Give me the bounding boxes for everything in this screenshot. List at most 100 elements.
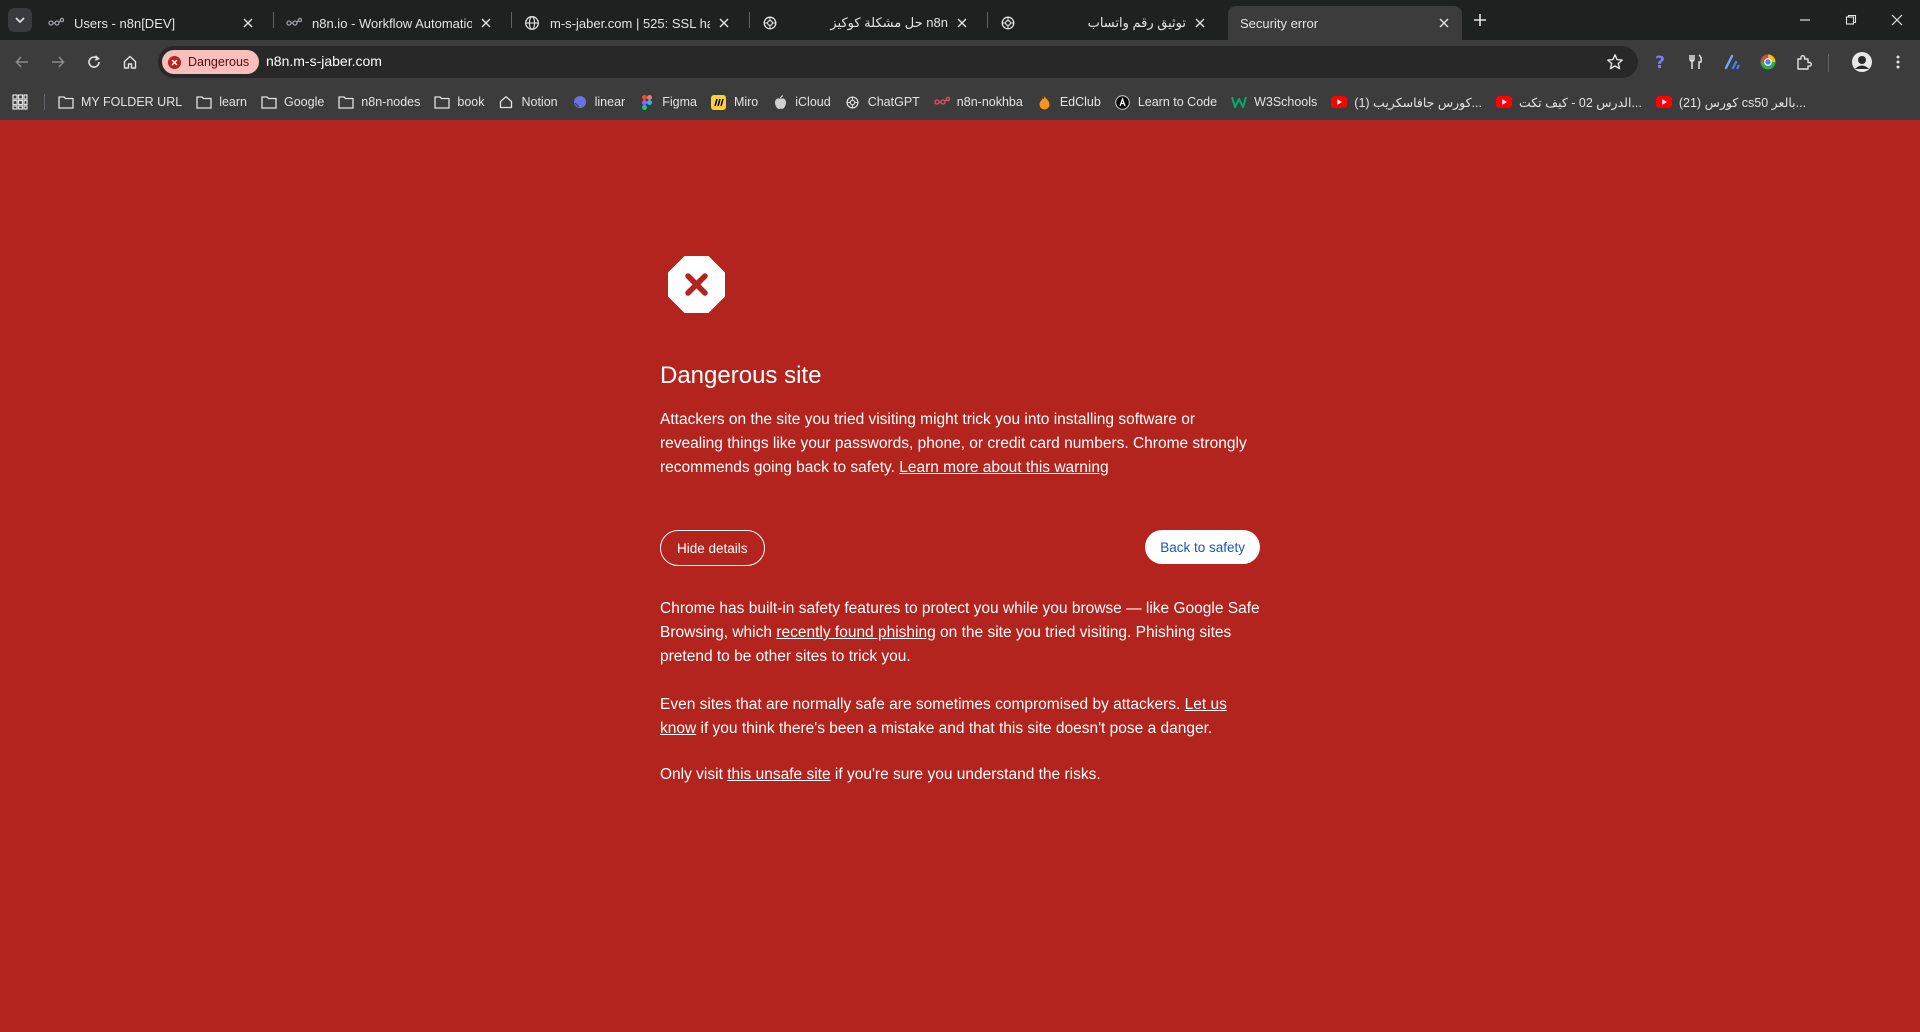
tab-ssl-handshake-failed[interactable]: m-s-jaber.com | 525: SSL handshake faile… [512,6,742,40]
help-extension-icon[interactable]: ? [1648,50,1672,74]
miro-icon [711,94,727,110]
tab-title: حل مشكلة كوكيز n8n [830,15,948,30]
extensions-puzzle-icon[interactable] [1792,50,1816,74]
security-interstitial: Dangerous site Attackers on the site you… [0,120,1920,1032]
apps-grid-icon[interactable] [12,94,28,115]
address-bar[interactable]: Dangerous n8n.m-s-jaber.com [158,46,1638,78]
security-chip-label: Dangerous [188,55,250,69]
unsafe-site-link[interactable]: this unsafe site [727,766,830,783]
w3schools-icon [1231,94,1248,110]
bookmark-label: Learn to Code [1137,95,1218,109]
tab-search-button[interactable] [8,8,32,32]
chatgpt-icon [762,15,778,31]
chatgpt-icon [845,94,861,110]
minimize-button[interactable] [1782,0,1828,40]
close-tab-icon[interactable] [954,15,970,31]
bookmark-label: MY FOLDER URL [81,95,183,109]
close-tab-icon[interactable] [716,15,732,31]
bookmark-label: iCloud [795,95,831,109]
bookmark-label: n8n-nodes [361,95,421,109]
profile-avatar[interactable] [1850,50,1874,74]
back-to-safety-button[interactable]: Back to safety [1145,530,1260,564]
close-icon [1891,14,1903,26]
stop-x-icon [668,256,725,313]
restore-icon [1845,14,1857,25]
bookmark-notion[interactable]: Notion [498,94,558,110]
close-tab-icon[interactable] [1192,15,1208,31]
toolbar-separator [1828,54,1829,72]
bookmark-label: learn [219,95,247,109]
home-icon [498,94,514,110]
apple-icon [772,94,788,110]
n8n-icon [48,15,64,31]
bookmark-youtube-lesson-02[interactable]: الدرس 02 - كيف تكت... [1496,94,1642,110]
close-window-button[interactable] [1874,0,1920,40]
bookmark-book[interactable]: book [434,94,484,110]
chevron-down-icon [15,17,25,24]
bookmark-learn[interactable]: learn [196,94,247,110]
bookmark-star-icon[interactable] [1606,53,1624,76]
bookmark-label: linear [594,95,626,109]
bookmark-icloud[interactable]: iCloud [772,94,831,110]
bookmark-chatgpt[interactable]: ChatGPT [845,94,920,110]
bookmark-youtube-cs50-course[interactable]: (21) كورس cs50 بالعر... [1655,94,1806,110]
bookmark-miro[interactable]: Miro [711,94,758,110]
tab-users-n8n-dev[interactable]: Users - n8n[DEV] [36,6,266,40]
bookmark-youtube-javascript-course[interactable]: (1) كورس جافاسكريب... [1331,94,1482,110]
hide-details-button[interactable]: Hide details [660,530,765,566]
tab-whatsapp-verification[interactable]: توثيق رقم واتساب [988,6,1218,40]
back-button[interactable] [8,48,36,76]
danger-icon [168,55,181,69]
security-chip[interactable]: Dangerous [162,50,260,74]
bookmark-n8n-nokhba[interactable]: n8n-nokhba [934,94,1023,110]
close-tab-icon[interactable] [240,15,256,31]
browser-toolbar: Dangerous n8n.m-s-jaber.com ? [0,40,1920,84]
bookmark-w3schools[interactable]: W3Schools [1231,94,1317,110]
bookmark-label: Google [283,95,325,109]
close-tab-icon[interactable] [1436,15,1452,31]
details-paragraph-safe-browsing: Chrome has built-in safety features to p… [660,597,1260,669]
tab-title: توثيق رقم واتساب [1087,15,1186,30]
details-paragraph-visit-unsafe: Only visit this unsafe site if you're su… [660,763,1260,787]
reload-icon [88,55,100,68]
details-text: if you're sure you understand the risks. [834,766,1101,783]
folder-icon [338,94,354,110]
new-tab-button[interactable] [1470,10,1490,30]
bookmark-linear[interactable]: linear [572,94,626,110]
analytics-extension-icon[interactable] [1720,50,1744,74]
minimize-icon [1800,19,1810,21]
restore-button[interactable] [1828,0,1874,40]
chatgpt-icon [1000,15,1016,31]
globe-icon [524,15,540,31]
arrow-right-icon [52,56,65,68]
tab-n8n-workflow-automation[interactable]: n8n.io - Workflow Automation [274,6,504,40]
tab-title: m-s-jaber.com | 525: SSL handshake faile… [550,15,710,31]
bookmark-figma[interactable]: Figma [639,94,697,110]
recently-found-phishing-link[interactable]: recently found phishing [776,624,935,641]
bookmark-edclub[interactable]: EdClub [1037,94,1101,110]
plus-icon [1474,14,1486,26]
learn-more-link[interactable]: Learn more about this warning [899,459,1108,476]
youtube-icon [1331,94,1348,110]
url-text[interactable]: n8n.m-s-jaber.com [266,53,382,69]
close-tab-icon[interactable] [478,15,494,31]
bookmarks-bar: MY FOLDER URL learn Google n8n-nodes boo… [0,84,1920,120]
chrome-colors-extension-icon[interactable] [1756,50,1780,74]
reload-button[interactable] [80,48,108,76]
forward-button[interactable] [44,48,72,76]
intro-paragraph: Attackers on the site you tried visiting… [660,408,1260,480]
tools-extension-icon[interactable] [1684,50,1708,74]
bookmark-google[interactable]: Google [261,94,324,110]
svg-text:?: ? [1655,53,1665,71]
tab-n8n-cookies[interactable]: حل مشكلة كوكيز n8n [750,6,980,40]
home-button[interactable] [116,48,144,76]
linear-icon [572,94,588,110]
bookmark-learn-to-code[interactable]: Learn to Code [1115,94,1217,110]
bookmark-my-folder-url[interactable]: MY FOLDER URL [58,94,182,110]
bookmark-label: Figma [662,95,697,109]
arrow-left-icon [15,56,28,68]
bookmark-n8n-nodes[interactable]: n8n-nodes [338,94,420,110]
details-text: Even sites that are normally safe are so… [660,696,1181,713]
tab-security-error[interactable]: Security error [1228,6,1462,40]
menu-kebab-icon[interactable] [1886,50,1910,74]
